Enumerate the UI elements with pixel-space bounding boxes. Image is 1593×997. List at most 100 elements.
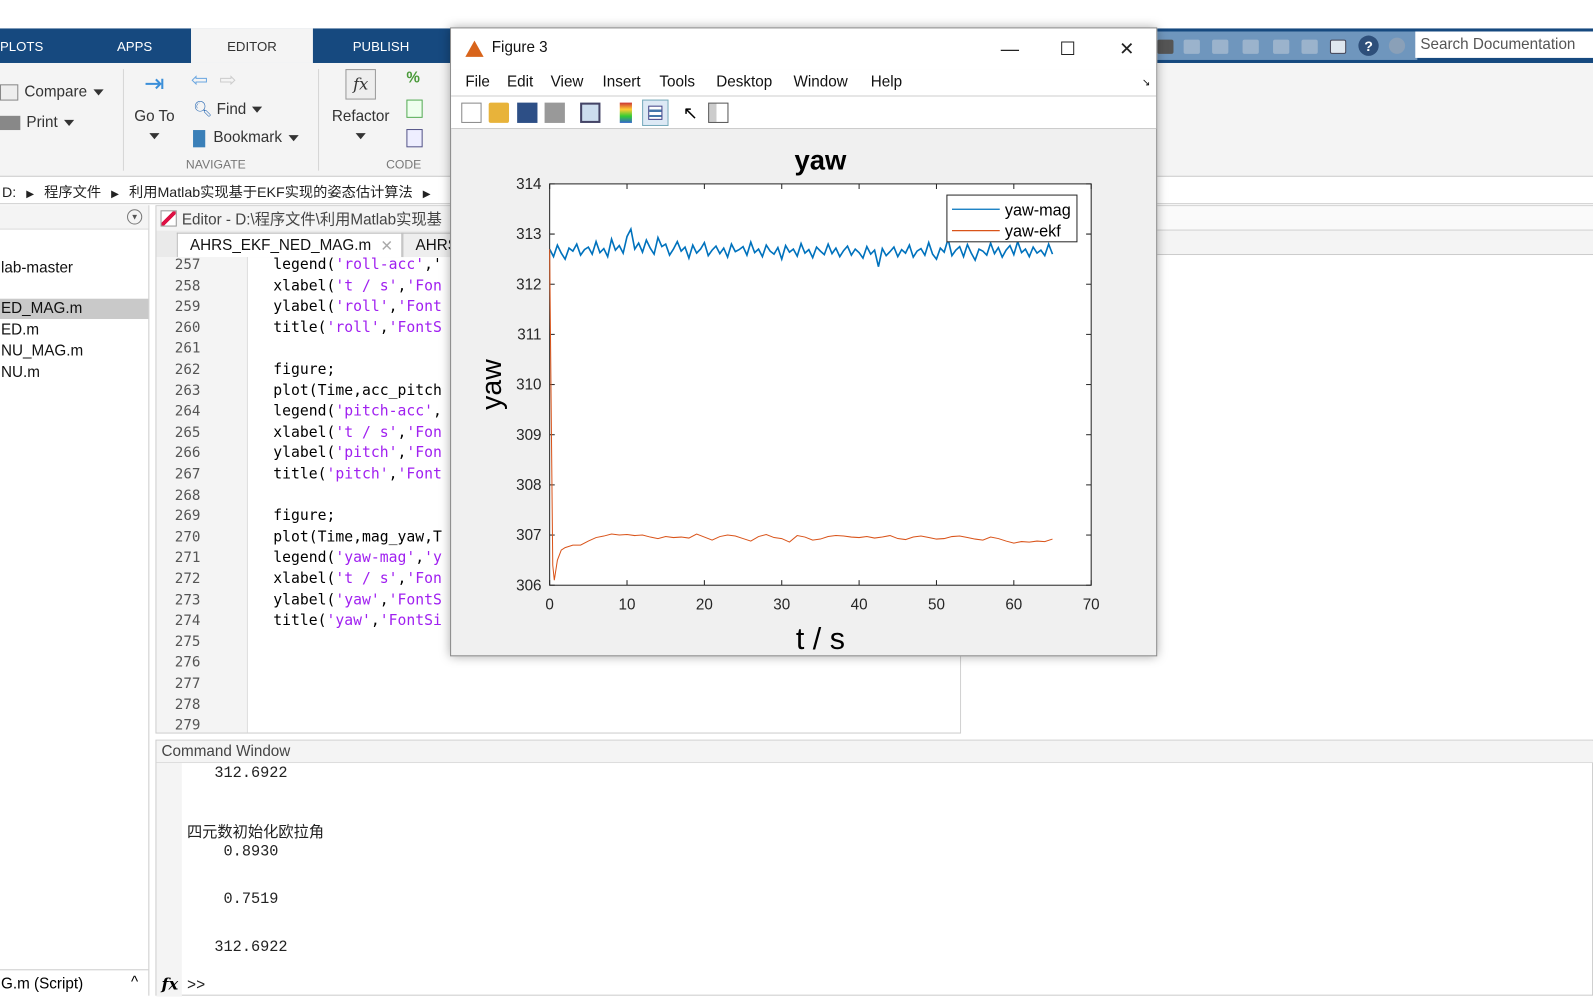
panel-menu-icon[interactable]: ▼ xyxy=(127,209,143,225)
options-icon[interactable] xyxy=(1388,37,1406,54)
tab-ahrs-ekf-ned-mag[interactable]: AHRS_EKF_NED_MAG.m ✕ xyxy=(176,232,403,258)
line-number: 265 xyxy=(174,424,201,441)
menu-file[interactable]: File xyxy=(465,73,490,90)
line-number: 269 xyxy=(174,508,201,525)
colorbar-icon[interactable] xyxy=(619,102,632,123)
code-string: 'Fon xyxy=(406,277,442,295)
code-line[interactable]: ylabel('pitch','Fon xyxy=(273,445,442,461)
menu-edit[interactable]: Edit xyxy=(507,73,533,90)
fixed-point-icon[interactable] xyxy=(406,129,423,148)
line-number: 266 xyxy=(174,445,201,462)
code-line[interactable]: plot(Time,mag_yaw,T xyxy=(273,529,442,545)
y-tick-label: 306 xyxy=(516,577,541,594)
tab-plots[interactable]: PLOTS xyxy=(0,28,43,63)
switch-windows-icon[interactable] xyxy=(1329,39,1347,54)
code-line[interactable]: xlabel('t / s','Fon xyxy=(273,278,442,294)
line-number: 260 xyxy=(174,319,201,337)
code-line[interactable]: xlabel('t / s','Fon xyxy=(273,571,442,587)
code-line[interactable]: plot(Time,acc_pitch xyxy=(273,383,442,399)
dock-arrow-icon[interactable]: ↘ xyxy=(1142,77,1151,88)
copy-icon[interactable] xyxy=(1212,39,1229,54)
link-plot-icon[interactable] xyxy=(580,102,601,123)
code-token: figure; xyxy=(273,508,336,525)
code-line[interactable]: figure; xyxy=(273,508,335,524)
cut-icon[interactable] xyxy=(1183,39,1200,54)
legend-icon[interactable] xyxy=(642,99,669,126)
comment-percent-icon[interactable]: % xyxy=(406,69,420,86)
tab-apps[interactable]: APPS xyxy=(102,28,168,63)
file-item[interactable]: ED.m xyxy=(0,320,148,340)
code-token: , xyxy=(379,591,389,609)
find-button[interactable]: 🔍︎ Find xyxy=(193,100,263,118)
file-item-selected[interactable]: ED_MAG.m xyxy=(0,298,149,320)
compare-label: Compare xyxy=(24,83,88,101)
code-line[interactable]: title('pitch','Font xyxy=(273,466,442,482)
code-line[interactable]: title('roll','FontS xyxy=(273,320,442,336)
search-documentation-input[interactable]: Search Documentation xyxy=(1415,31,1593,58)
print-icon[interactable] xyxy=(544,102,565,123)
code-line[interactable]: ylabel('roll','Font xyxy=(273,299,442,315)
compare-button[interactable]: Compare xyxy=(0,83,104,101)
maximize-button[interactable]: ☐ xyxy=(1047,35,1088,63)
redo-icon[interactable] xyxy=(1301,39,1318,54)
details-bar[interactable]: G.m (Script) ^ xyxy=(0,969,149,995)
bookmark-button[interactable]: Bookmark xyxy=(193,129,299,147)
file-item[interactable]: NU_MAG.m xyxy=(0,341,148,361)
print-button[interactable]: Print xyxy=(0,114,75,131)
property-inspector-icon[interactable] xyxy=(708,102,729,123)
goto-button[interactable]: ⇥ Go To xyxy=(130,72,179,142)
code-line[interactable]: legend('yaw-mag','y xyxy=(273,550,442,566)
line-number: 270 xyxy=(174,529,201,546)
minimize-button[interactable]: — xyxy=(990,35,1031,63)
open-icon[interactable] xyxy=(488,102,510,123)
code-token: , xyxy=(397,570,407,588)
file-item[interactable]: NU.m xyxy=(0,363,148,383)
menu-window[interactable]: Window xyxy=(793,73,847,90)
command-prompt[interactable]: >> xyxy=(187,977,205,994)
code-line[interactable]: legend('roll-acc',' xyxy=(273,257,442,273)
fx-icon[interactable]: fx xyxy=(162,974,179,993)
code-token: ,' xyxy=(424,257,442,274)
code-token: , xyxy=(397,277,407,295)
code-line[interactable]: figure; xyxy=(273,362,335,378)
code-token: , xyxy=(388,466,398,483)
breadcrumb-folder[interactable]: 利用Matlab实现基于EKF实现的姿态估计算法 xyxy=(129,184,413,200)
edit-plot-icon[interactable]: ↖ xyxy=(683,103,703,123)
code-line[interactable]: legend('pitch-acc', xyxy=(273,404,442,420)
menu-view[interactable]: View xyxy=(551,73,584,90)
folder-item[interactable]: lab-master xyxy=(0,258,148,278)
help-icon[interactable]: ? xyxy=(1358,35,1379,56)
menu-insert[interactable]: Insert xyxy=(602,73,640,90)
divider xyxy=(122,69,124,171)
save-icon[interactable] xyxy=(1157,39,1174,54)
forward-arrow-icon[interactable]: ⇨ xyxy=(219,67,236,92)
yaw-plot[interactable]: 0 10 20 30 40 50 60 70 306 307 308 309 310 311 312 313 3… xyxy=(451,129,1156,656)
tab-publish[interactable]: PUBLISH xyxy=(335,28,426,63)
indent-icon[interactable] xyxy=(406,99,423,118)
code-string: 'roll-acc' xyxy=(335,257,425,274)
command-window[interactable]: Command Window 312.6922 四元数初始化欧拉角 0.8930 … xyxy=(155,739,1593,997)
menu-help[interactable]: Help xyxy=(871,73,902,90)
code-line[interactable]: title('yaw','FontSi xyxy=(273,613,442,629)
menu-tools[interactable]: Tools xyxy=(659,73,695,90)
save-icon[interactable] xyxy=(517,102,538,123)
back-arrow-icon[interactable]: ⇦ xyxy=(191,67,208,92)
refactor-fx-icon: fx xyxy=(345,69,376,100)
refactor-button[interactable]: fx Refactor xyxy=(327,69,394,142)
breadcrumb-drive[interactable]: D: xyxy=(2,184,16,200)
tab-editor[interactable]: EDITOR xyxy=(191,28,313,63)
undo-icon[interactable] xyxy=(1273,39,1290,54)
code-line[interactable]: ylabel('yaw','FontS xyxy=(273,592,442,608)
code-line[interactable]: xlabel('t / s','Fon xyxy=(273,424,442,440)
code-string: 'pitch-acc' xyxy=(335,403,433,420)
close-button[interactable]: ✕ xyxy=(1106,35,1147,63)
close-icon[interactable]: ✕ xyxy=(380,237,393,255)
y-tick-label: 313 xyxy=(516,226,541,243)
menu-desktop[interactable]: Desktop xyxy=(716,73,772,90)
new-figure-icon[interactable] xyxy=(461,102,482,123)
code-string: 'FontS xyxy=(388,591,442,609)
paste-icon[interactable] xyxy=(1242,39,1259,54)
breadcrumb-folder[interactable]: 程序文件 xyxy=(44,184,101,200)
chevron-up-icon[interactable]: ^ xyxy=(131,973,138,990)
search-icon: 🔍︎ xyxy=(193,100,213,118)
